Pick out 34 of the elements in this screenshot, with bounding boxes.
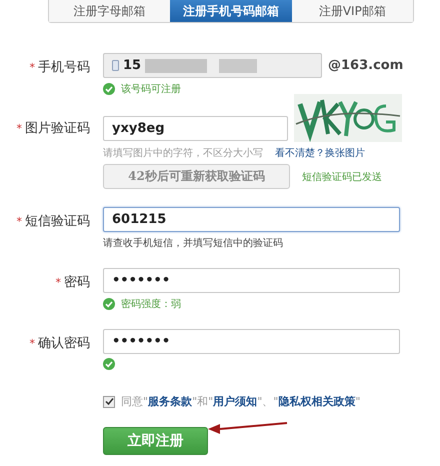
check-icon [103,298,115,310]
input-field[interactable]: 601215 [103,207,400,232]
terms-link[interactable]: 服务条款 [148,395,192,408]
required-mark: * [30,61,35,74]
agreement-text: 同意"服务条款"和"用户须知"、"隐私权相关政策" [121,394,360,409]
required-mark: * [56,276,61,289]
field-hint: 该号码可注册 [121,82,181,96]
check-icon [103,83,115,95]
agree-checkbox[interactable] [103,396,115,408]
field-label: 短信验证码 [25,214,90,229]
tab[interactable]: 注册字母邮箱 [49,0,170,22]
field-hint: 请查收手机短信，并填写短信中的验证码 [103,236,283,250]
domain-suffix: @163.com [328,58,404,73]
field-label: 密码 [64,275,90,290]
tab[interactable]: 注册手机号码邮箱 [170,0,292,22]
input-field[interactable]: ••••••• [103,329,400,354]
refresh-captcha-link[interactable]: 看不清楚？换张图片 [275,146,365,160]
phone-icon [112,60,119,71]
captcha-hint: 请填写图片中的字符，不区分大小写 [103,146,263,160]
terms-link[interactable]: 隐私权相关政策 [278,395,356,408]
field-label: 图片验证码 [25,121,90,136]
required-mark: * [30,337,35,350]
input-field[interactable]: 15 [103,53,322,78]
tab[interactable]: 注册VIP邮箱 [292,0,413,22]
field-hint: 密码强度：弱 [121,298,181,311]
check-icon [103,358,115,370]
field-label: 手机号码 [38,60,90,75]
terms-link[interactable]: 用户须知 [213,395,258,408]
required-mark: * [16,215,22,228]
required-mark: * [16,122,22,135]
field-label: 确认密码 [38,336,90,351]
input-field[interactable]: ••••••• [103,268,400,293]
sms-sent-status: 短信验证码已发送 [302,170,382,184]
input-field[interactable]: yxy8eg [103,116,288,140]
